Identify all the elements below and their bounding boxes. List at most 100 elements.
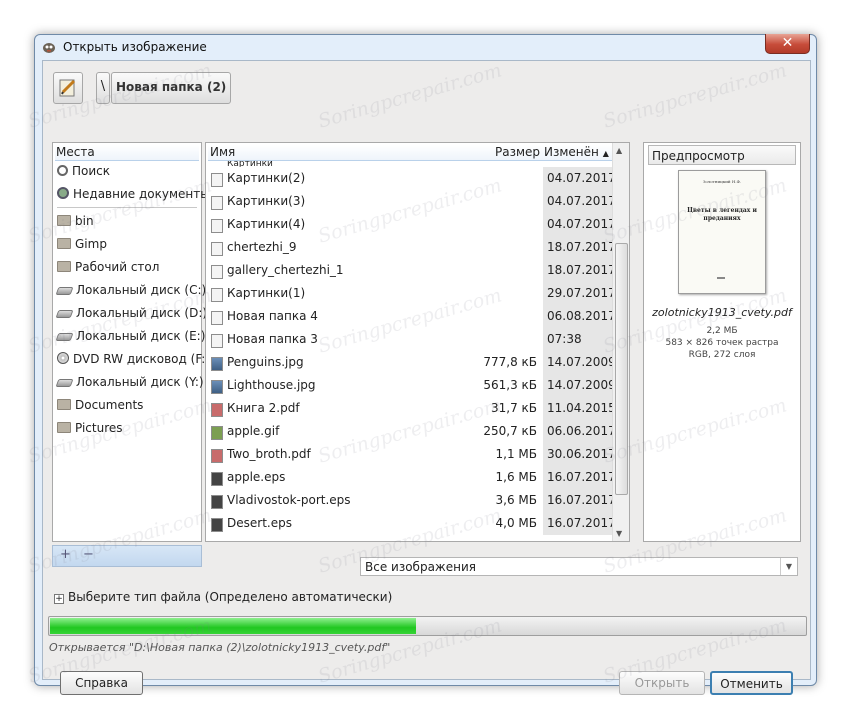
filter-selected-value: Все изображения bbox=[365, 560, 476, 574]
dvd-icon bbox=[57, 352, 69, 364]
file-size: 1,1 МБ bbox=[495, 447, 537, 461]
preview-dimensions: 583 × 826 точек растра bbox=[665, 338, 779, 348]
file-row[interactable]: gallery_chertezhi_1 18.07.2017 bbox=[206, 259, 616, 282]
file-row[interactable]: Книга 2.pdf 31,7 кБ 11.04.2015 bbox=[206, 397, 616, 420]
path-current-folder-button[interactable]: Новая папка (2) bbox=[111, 72, 232, 104]
file-row[interactable]: Two_broth.pdf 1,1 МБ 30.06.2017 bbox=[206, 443, 616, 466]
pencil-edit-icon bbox=[59, 79, 76, 97]
file-row[interactable]: chertezhi_9 18.07.2017 bbox=[206, 236, 616, 259]
place-pictures[interactable]: Pictures bbox=[57, 418, 123, 438]
file-modified: 06.06.2017 bbox=[543, 420, 616, 443]
place-bin[interactable]: bin bbox=[57, 211, 94, 231]
pdf-file-icon bbox=[211, 403, 223, 417]
chevron-down-icon[interactable]: ▼ bbox=[780, 558, 797, 575]
scrollbar-thumb[interactable] bbox=[615, 243, 628, 495]
add-bookmark-button[interactable]: + bbox=[60, 547, 71, 562]
file-name: Картинки(2) bbox=[227, 171, 306, 185]
column-modified[interactable]: Изменён ▲ bbox=[542, 145, 613, 161]
expand-toggle-icon[interactable]: + bbox=[54, 594, 64, 604]
folder-icon bbox=[57, 399, 71, 410]
loading-progress-bar bbox=[48, 616, 807, 636]
file-name: Penguins.jpg bbox=[227, 355, 304, 369]
preview-filename: zolotnicky1913_cvety.pdf bbox=[652, 306, 792, 319]
place-gimp[interactable]: Gimp bbox=[57, 234, 107, 254]
type-location-button[interactable] bbox=[53, 72, 83, 104]
place-dvd-f[interactable]: DVD RW дисковод (F:) bbox=[57, 349, 210, 369]
file-rows: Картинки Картинки(2) 04.07.2017 Картинки(3… bbox=[206, 161, 616, 535]
places-pane: Места Поиск Недавние документы bin Gimp … bbox=[52, 142, 210, 542]
eps-file-icon bbox=[211, 518, 223, 532]
open-button[interactable]: Открыть bbox=[619, 671, 705, 695]
place-documents[interactable]: Documents bbox=[57, 395, 143, 415]
help-button[interactable]: Справка bbox=[60, 671, 143, 695]
img-file-icon bbox=[211, 380, 223, 394]
preview-thumbnail: Золотницкий Н.Ф. Цветы в легендах и пред… bbox=[678, 170, 766, 294]
file-row[interactable]: Новая папка 3 07:38 bbox=[206, 328, 615, 351]
file-row[interactable]: Lighthouse.jpg 561,3 кБ 14.07.2009 bbox=[206, 374, 616, 397]
remove-bookmark-button[interactable]: − bbox=[83, 547, 94, 562]
place-drive-e[interactable]: Локальный диск (E:) bbox=[55, 326, 205, 346]
folder-icon bbox=[211, 311, 223, 325]
file-size: 31,7 кБ bbox=[490, 401, 537, 415]
file-name: Two_broth.pdf bbox=[227, 447, 311, 461]
file-modified: 07:38 bbox=[543, 328, 615, 351]
file-list-scrollbar[interactable]: ▲ ▼ bbox=[612, 143, 629, 541]
file-modified: 18.07.2017 bbox=[543, 236, 616, 259]
file-row[interactable]: apple.gif 250,7 кБ 06.06.2017 bbox=[206, 420, 616, 443]
file-name: Новая папка 3 bbox=[227, 332, 318, 346]
folder-icon bbox=[211, 219, 223, 233]
file-name: apple.eps bbox=[227, 470, 286, 484]
file-row[interactable]: Картинки(4) 04.07.2017 bbox=[206, 213, 616, 236]
file-row[interactable]: Картинки(3) 04.07.2017 bbox=[206, 190, 616, 213]
close-button[interactable]: ✕ bbox=[765, 34, 810, 54]
thumbnail-author: Золотницкий Н.Ф. bbox=[702, 179, 742, 184]
gif-file-icon bbox=[211, 426, 223, 440]
folder-icon bbox=[211, 334, 223, 348]
place-desktop[interactable]: Рабочий стол bbox=[57, 257, 159, 277]
drive-icon bbox=[55, 287, 74, 295]
cancel-button[interactable]: Отменить bbox=[710, 671, 793, 695]
file-modified: 18.07.2017 bbox=[543, 259, 616, 282]
sort-ascending-icon: ▲ bbox=[602, 149, 609, 158]
place-drive-y[interactable]: Локальный диск (Y:) bbox=[55, 372, 204, 392]
column-size[interactable]: Размер bbox=[493, 145, 543, 161]
filetype-expander[interactable]: + Выберите тип файла (Определено автомати… bbox=[54, 589, 392, 605]
scroll-down-arrow-icon[interactable]: ▼ bbox=[616, 529, 622, 538]
folder-icon bbox=[211, 196, 223, 210]
file-row[interactable]: apple.eps 1,6 МБ 16.07.2017 bbox=[206, 466, 616, 489]
places-add-remove-bar: + − bbox=[52, 545, 202, 567]
preview-header[interactable]: Предпросмотр bbox=[648, 145, 796, 165]
thumbnail-title: Цветы в легендах и преданиях bbox=[687, 207, 757, 222]
path-root-button[interactable]: \ bbox=[96, 72, 110, 104]
file-row[interactable]: Vladivostok-port.eps 3,6 МБ 16.07.2017 bbox=[206, 489, 616, 512]
file-row[interactable]: Картинки(2) 04.07.2017 bbox=[206, 167, 616, 190]
file-row[interactable]: Новая папка 4 06.08.2017 bbox=[206, 305, 616, 328]
file-modified: 14.07.2009 bbox=[543, 351, 616, 374]
preview-pane: Предпросмотр Золотницкий Н.Ф. Цветы в ле… bbox=[643, 142, 801, 542]
scroll-up-arrow-icon[interactable]: ▲ bbox=[616, 146, 622, 155]
file-row[interactable]: Desert.eps 4,0 МБ 16.07.2017 bbox=[206, 512, 616, 535]
file-size: 777,8 кБ bbox=[483, 355, 537, 369]
file-modified: 04.07.2017 bbox=[543, 167, 616, 190]
place-search[interactable]: Поиск bbox=[57, 161, 110, 181]
file-filter-dropdown[interactable]: Все изображения ▼ bbox=[360, 557, 798, 576]
file-row[interactable]: Penguins.jpg 777,8 кБ 14.07.2009 bbox=[206, 351, 616, 374]
file-modified: 04.07.2017 bbox=[543, 190, 616, 213]
file-modified: 16.07.2017 bbox=[543, 512, 616, 535]
file-size: 561,3 кБ bbox=[483, 378, 537, 392]
file-modified: 14.07.2009 bbox=[543, 374, 616, 397]
file-name: Книга 2.pdf bbox=[227, 401, 300, 415]
place-drive-c[interactable]: Локальный диск (C:) bbox=[55, 280, 206, 300]
place-recent[interactable]: Недавние документы bbox=[57, 184, 210, 204]
file-name: gallery_chertezhi_1 bbox=[227, 263, 344, 277]
file-modified: 30.06.2017 bbox=[543, 443, 616, 466]
file-name: apple.gif bbox=[227, 424, 280, 438]
file-row[interactable]: Картинки(1) 29.07.2017 bbox=[206, 282, 616, 305]
file-name: chertezhi_9 bbox=[227, 240, 297, 254]
folder-icon bbox=[57, 422, 71, 433]
places-header[interactable]: Места bbox=[55, 145, 199, 161]
thumbnail-ornament bbox=[717, 277, 725, 279]
place-drive-d[interactable]: Локальный диск (D:) bbox=[55, 303, 207, 323]
column-name[interactable]: Имя bbox=[208, 145, 494, 161]
title-bar[interactable]: Открыть изображение ✕ bbox=[35, 34, 816, 59]
